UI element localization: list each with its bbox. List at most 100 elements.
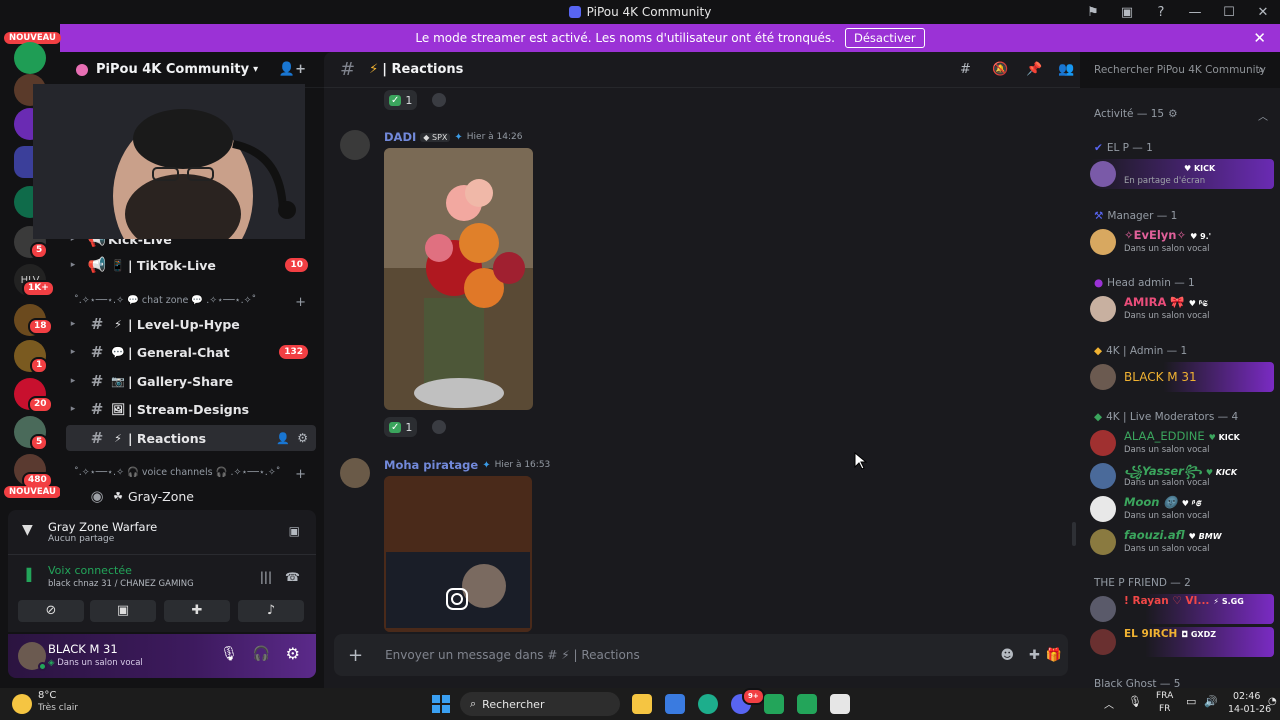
member-item[interactable]: EL 9IRCH ◘ GXDZ xyxy=(1090,627,1274,657)
taskbar-search[interactable]: ⌕ Rechercher xyxy=(460,692,620,716)
volume-icon[interactable]: 🔊 xyxy=(1204,695,1218,708)
maximize-icon[interactable]: ☐ xyxy=(1212,0,1246,24)
edge-icon[interactable] xyxy=(698,694,718,714)
category-voice-channels[interactable]: ˚.✧⋆──⋆.✧ 🎧 voice channels 🎧 .✧⋆──⋆.✧˚ + xyxy=(74,467,314,482)
store-icon[interactable] xyxy=(665,694,685,714)
screenshare-button[interactable]: ▣ xyxy=(90,600,156,622)
channel-label: Gray-Zone xyxy=(128,488,194,504)
user-name: BLACK M 31 xyxy=(48,642,118,656)
tray-chevron-icon[interactable]: ︿ xyxy=(1104,696,1114,711)
file-explorer-icon[interactable] xyxy=(632,694,652,714)
notifications-icon[interactable]: 🔕 xyxy=(992,62,1008,77)
member-name: faouzi.afl ♥ BMW xyxy=(1124,528,1222,542)
channel-label: | General-Chat xyxy=(128,344,230,360)
avatar[interactable] xyxy=(340,458,370,488)
member-list-icon[interactable]: 👥 xyxy=(1058,62,1074,77)
member-item[interactable]: Moon 🌚 ♥ ᵝ𝕾 Dans un salon vocal xyxy=(1090,494,1274,524)
disable-streamer-button[interactable]: Désactiver xyxy=(845,28,925,48)
gift-icon[interactable]: 🎁 xyxy=(1046,648,1062,663)
minimize-icon[interactable]: — xyxy=(1178,0,1212,24)
microphone-icon[interactable]: 🎙 xyxy=(220,646,238,662)
close-banner-icon[interactable]: ✕ xyxy=(1253,29,1266,47)
screen-share-icon[interactable]: ▣ xyxy=(1110,0,1144,24)
channel-tiktok-live[interactable]: ▸ 📢 📱 | TikTok-Live 10 xyxy=(66,252,316,278)
gear-icon[interactable]: ⚙ xyxy=(1168,108,1177,120)
app-icon[interactable] xyxy=(764,694,784,714)
language-indicator[interactable]: FRA xyxy=(1156,691,1173,701)
message-input[interactable]: Envoyer un message dans # ⚡ | Reactions xyxy=(385,648,640,662)
server-icon[interactable] xyxy=(14,42,46,74)
member-item[interactable]: faouzi.afl ♥ BMW Dans un salon vocal xyxy=(1090,527,1274,557)
notification-bell-icon[interactable]: ◔ xyxy=(1268,696,1277,707)
reaction-checkmark[interactable]: ✓ 1 xyxy=(384,417,418,437)
add-reaction-icon[interactable] xyxy=(432,420,446,434)
channel-general-chat[interactable]: ▸ # 💬 | General-Chat 132 xyxy=(66,339,316,365)
member-item[interactable]: ! Rayan ♡ VI... ⚡ S.GG xyxy=(1090,594,1274,624)
clock-date[interactable]: 14-01-26 xyxy=(1228,704,1271,715)
reaction-checkmark[interactable]: ✓ 1 xyxy=(384,90,418,110)
help-icon[interactable]: ? xyxy=(1144,0,1178,24)
add-attachment-icon[interactable]: + xyxy=(348,645,363,666)
checkmark-icon: ✓ xyxy=(389,421,402,433)
camera-button[interactable]: ⊘ xyxy=(18,600,84,622)
megaphone-icon: 📢 xyxy=(87,256,107,274)
member-item[interactable]: ♥ KICK En partage d'écran xyxy=(1090,159,1274,189)
member-item[interactable]: ꧁Yasser꧂ ♥ KICK Dans un salon vocal xyxy=(1090,461,1274,491)
server-header[interactable]: PiPou 4K Community ▾ 👤+ xyxy=(60,52,324,88)
avatar xyxy=(1090,463,1116,489)
activities-button[interactable]: ✚ xyxy=(164,600,230,622)
message-composer[interactable]: + Envoyer un message dans # ⚡ | Reaction… xyxy=(334,634,1068,676)
pin-icon[interactable]: 📌 xyxy=(1026,62,1042,77)
avatar[interactable] xyxy=(340,130,370,160)
role-icon: ◆ xyxy=(1094,411,1103,423)
microphone-tray-icon[interactable]: 🎙 xyxy=(1128,695,1142,708)
app-icon[interactable] xyxy=(830,694,850,714)
audio-bars-icon[interactable]: ||| xyxy=(260,570,272,584)
channel-gallery-share[interactable]: ▸ # 📷 | Gallery-Share xyxy=(66,368,316,394)
clock-time[interactable]: 02:46 xyxy=(1233,691,1260,702)
close-window-icon[interactable]: ✕ xyxy=(1246,0,1280,24)
hash-icon: # xyxy=(340,59,356,80)
settings-gear-icon[interactable]: ⚙ xyxy=(297,431,308,445)
instagram-video-embed[interactable] xyxy=(384,476,532,632)
apps-icon[interactable]: ✚ xyxy=(1029,648,1040,663)
user-settings-icon[interactable]: ⚙ xyxy=(286,644,300,663)
category-chat-zone[interactable]: ˚.✧⋆──⋆.✧ 💬 chat zone 💬 .✧⋆──⋆.✧˚ + xyxy=(74,295,314,310)
inbox-flag-icon[interactable]: ⚑ xyxy=(1076,0,1110,24)
role-icon: ✔ xyxy=(1094,142,1103,154)
voice-channel-gray-zone[interactable]: ◉ ☘ Gray-Zone xyxy=(66,483,316,509)
add-channel-icon[interactable]: + xyxy=(295,295,306,310)
headphones-icon[interactable]: 🎧 xyxy=(253,646,270,662)
emoji-icon[interactable]: ☻ xyxy=(1000,648,1014,663)
member-name-text: ALAA_EDDINE xyxy=(1124,429,1205,443)
member-item[interactable]: AMIRA 🎀 ♥ ᵝ𝕾 Dans un salon vocal xyxy=(1090,294,1274,324)
scrollbar[interactable] xyxy=(1072,522,1076,546)
member-item[interactable]: ✧EvElyn✧ ♥ 9.' Dans un salon vocal xyxy=(1090,227,1274,257)
channel-reactions[interactable]: # ⚡ | Reactions 👤 ⚙ xyxy=(66,425,316,451)
rose-photo[interactable] xyxy=(384,148,533,410)
add-channel-icon[interactable]: + xyxy=(295,467,306,482)
member-item[interactable]: ALAA_EDDINE ♥ KICK Dans un salon vocal xyxy=(1090,428,1274,458)
search-input[interactable]: Rechercher PiPou 4K Community ⌕ xyxy=(1088,58,1268,82)
add-reaction-icon[interactable] xyxy=(432,93,446,107)
add-member-icon[interactable]: 👤+ xyxy=(279,62,306,77)
collapse-icon[interactable]: ︿ xyxy=(1258,108,1268,123)
member-item[interactable]: BLACK M 31 xyxy=(1090,362,1274,392)
share-screen-icon[interactable]: ▣ xyxy=(289,524,300,538)
start-button[interactable] xyxy=(431,694,451,714)
invite-icon[interactable]: 👤 xyxy=(276,432,290,445)
channel-stream-designs[interactable]: ▸ # 🖼 | Stream-Designs xyxy=(66,396,316,422)
message-author[interactable]: DADI xyxy=(384,130,416,144)
server-badge: 5 xyxy=(30,434,49,451)
app-icon[interactable] xyxy=(797,694,817,714)
taskbar-search-text: Rechercher xyxy=(482,697,545,711)
chevron-right-icon: ▸ xyxy=(70,404,76,414)
member-group: ● Head admin — 1 xyxy=(1094,277,1195,289)
category-label: ˚.✧⋆──⋆.✧ 💬 chat zone 💬 .✧⋆──⋆.✧˚ xyxy=(74,295,257,306)
disconnect-icon[interactable]: ☎ xyxy=(285,570,300,584)
soundboard-button[interactable]: ♪ xyxy=(238,600,304,622)
message-author[interactable]: Moha piratage xyxy=(384,458,478,472)
channel-level-up-hype[interactable]: ▸ # ⚡ | Level-Up-Hype xyxy=(66,311,316,337)
threads-icon[interactable]: # xyxy=(960,62,971,77)
network-icon[interactable]: ▭ xyxy=(1186,695,1196,708)
